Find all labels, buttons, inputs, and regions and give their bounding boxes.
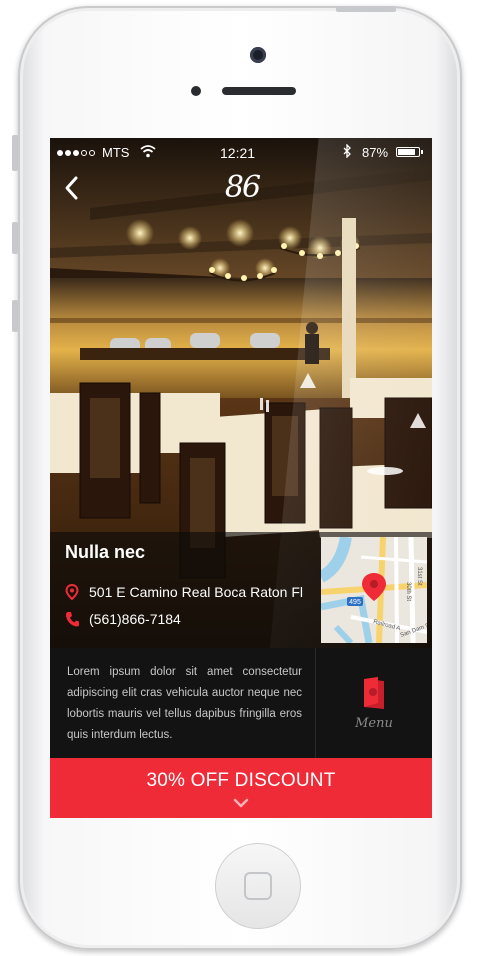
- volume-up-button: [12, 222, 18, 254]
- chevron-left-icon: [65, 176, 78, 200]
- map-image: 495 30th St 31st St Railroad A San Dam S…: [321, 537, 427, 643]
- battery-icon: [396, 147, 420, 157]
- home-button-square-icon: [244, 872, 272, 900]
- map-label-highway: 495: [349, 599, 361, 606]
- restaurant-name: Nulla nec: [65, 542, 146, 562]
- map-label-street-30th: 30th St: [405, 582, 411, 601]
- menu-book-icon: [364, 677, 384, 709]
- discount-button[interactable]: 30% OFF DISCOUNT: [50, 758, 432, 818]
- chevron-down-icon: [233, 798, 249, 808]
- proximity-sensor: [191, 86, 201, 96]
- battery-fill: [398, 149, 416, 155]
- wifi-icon: [140, 145, 156, 158]
- address-text: 501 E Camino Real Boca Raton Fl: [89, 584, 303, 600]
- volume-down-button: [12, 300, 18, 332]
- mute-switch: [12, 135, 18, 171]
- restaurant-info-panel: Nulla nec 501 E Camino Real Boca Raton F…: [50, 532, 432, 648]
- map-thumbnail[interactable]: 495 30th St 31st St Railroad A San Dam S…: [321, 537, 427, 643]
- menu-button[interactable]: Menu: [316, 648, 432, 758]
- phone-icon: [66, 612, 79, 627]
- earpiece-speaker: [222, 87, 296, 95]
- map-label-street-31st: 31st St: [416, 567, 422, 586]
- status-bar: MTS 12:21 87%: [50, 138, 432, 166]
- clock: 12:21: [220, 145, 256, 161]
- address-row[interactable]: 501 E Camino Real Boca Raton Fl: [65, 584, 303, 600]
- location-pin-icon: [65, 584, 79, 600]
- back-button[interactable]: [60, 174, 84, 202]
- carrier-name: MTS: [102, 145, 130, 160]
- front-camera: [250, 47, 266, 63]
- battery-percent: 87%: [362, 145, 389, 160]
- power-button: [336, 6, 396, 12]
- discount-label: 30% OFF DISCOUNT: [146, 770, 336, 791]
- description-panel: Lorem ipsum dolor sit amet consectetur a…: [50, 648, 432, 758]
- description-text: Lorem ipsum dolor sit amet consectetur a…: [67, 666, 302, 741]
- signal-strength: MTS: [57, 145, 129, 160]
- phone-row[interactable]: (561)866-7184: [65, 611, 181, 627]
- menu-label: Menu: [355, 716, 393, 731]
- battery-cap: [421, 150, 423, 154]
- bluetooth-icon: [343, 144, 351, 158]
- phone-number: (561)866-7184: [89, 611, 181, 627]
- app-logo: 86: [224, 170, 261, 205]
- app-screen: MTS 12:21 87% 86 Nulla nec 501 E Camino …: [50, 138, 432, 818]
